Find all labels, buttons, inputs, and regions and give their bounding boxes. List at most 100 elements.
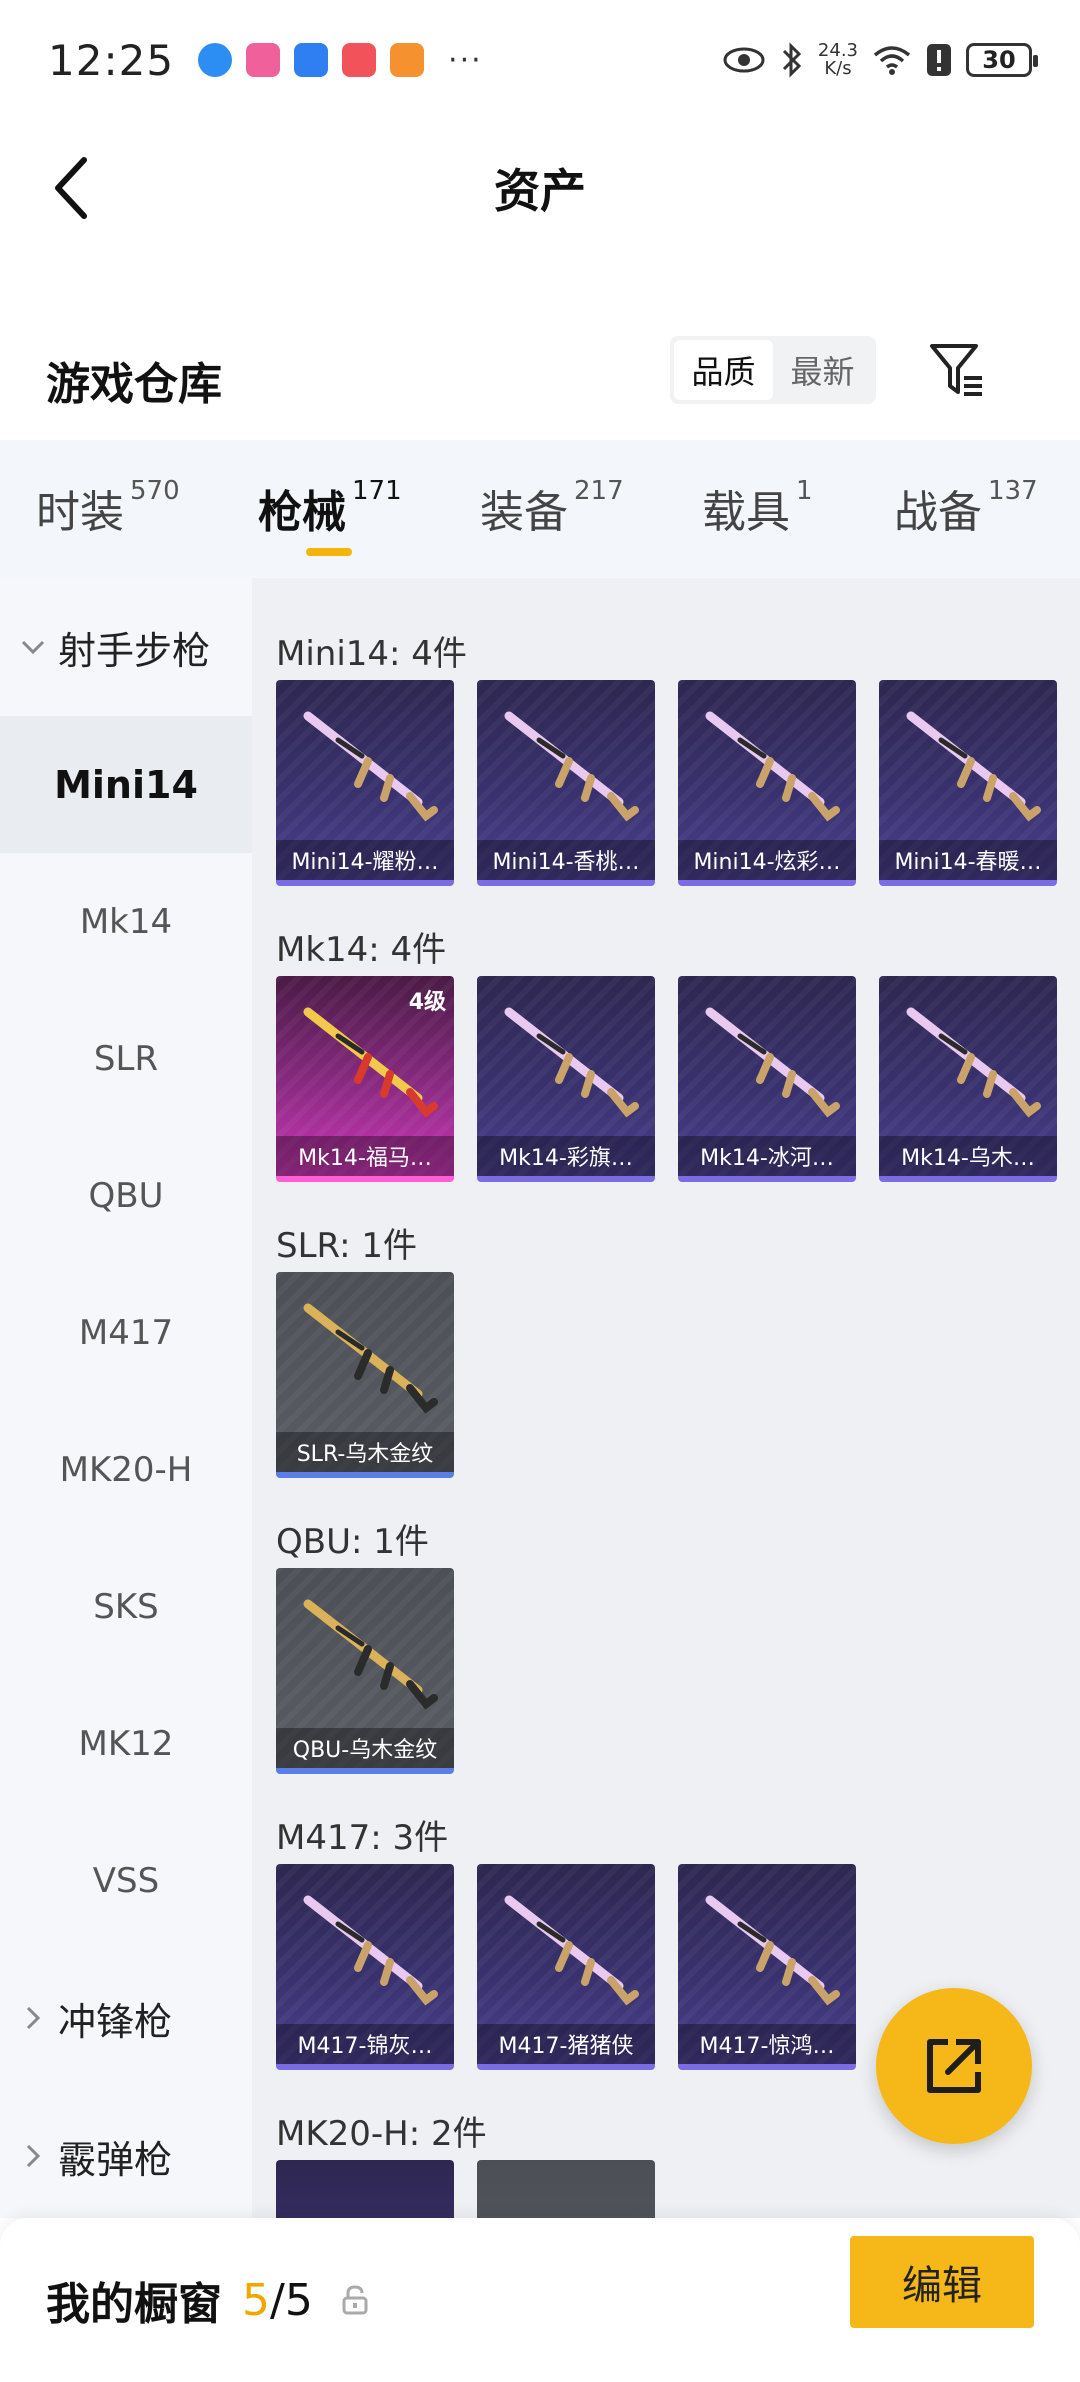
showcase-total: 5 <box>284 2274 313 2326</box>
bilibili-app-icon <box>246 43 281 77</box>
weapon-card[interactable]: 4级 Mk14-福马… <box>276 976 454 1182</box>
weapon-grid: Mini14: 4件 Mini14-耀粉… Mini14-香桃… Mini14-炫彩…… <box>252 578 1080 2218</box>
tab-equipment[interactable]: 装备 217 <box>480 476 624 540</box>
sidebar-group-marksman[interactable]: 射手步枪 <box>0 578 252 716</box>
sidebar-group-label: 霰弹枪 <box>58 2137 173 2182</box>
page-title: 资产 <box>494 164 586 218</box>
weapon-card[interactable]: M417-猪猪侠 <box>477 1864 655 2070</box>
sidebar-item-mk14[interactable]: Mk14 <box>0 853 252 990</box>
shopping-app-icon <box>342 43 377 77</box>
tab-label: 时装 <box>36 487 124 538</box>
rifle-icon <box>303 711 438 822</box>
sidebar-item-slr[interactable]: SLR <box>0 990 252 1127</box>
sort-quality-option[interactable]: 品质 <box>674 340 773 400</box>
sidebar-item-mini14[interactable]: Mini14 <box>0 716 252 853</box>
warehouse-header: 游戏仓库 <box>0 320 1080 440</box>
weapon-card[interactable]: M417-锦灰… <box>276 1864 454 2070</box>
sidebar-item-m417[interactable]: M417 <box>0 1264 252 1401</box>
tab-battle-gear[interactable]: 战备 137 <box>894 476 1038 540</box>
more-notifications-icon: ··· <box>448 42 483 78</box>
sidebar-group-label: 射手步枪 <box>58 628 211 673</box>
system-icons: 24.3 K/s 30 <box>722 42 1038 78</box>
rifle-icon <box>504 711 639 822</box>
sidebar-item-vss[interactable]: VSS <box>0 1812 252 1949</box>
app-header: 资产 <box>0 120 1080 256</box>
weapon-card[interactable]: QBU-乌木金纹 <box>276 1568 454 1774</box>
eye-icon <box>723 47 765 73</box>
tab-count: 217 <box>574 476 624 506</box>
game-app-icon <box>390 43 425 77</box>
browser-app-icon <box>198 43 233 77</box>
group-label: QBU: 1件 <box>276 1522 429 1562</box>
rifle-icon <box>303 1303 438 1414</box>
rifle-icon <box>303 1007 438 1118</box>
rifle-icon <box>705 1007 840 1118</box>
sidebar-group-shotgun[interactable]: 霰弹枪 <box>0 2087 252 2225</box>
card-name: Mini14-春暖… <box>879 840 1057 880</box>
showcase-separator: / <box>270 2274 285 2326</box>
back-button[interactable] <box>34 152 106 224</box>
tab-label: 枪械 <box>258 487 346 538</box>
tab-label: 战备 <box>894 487 982 538</box>
tab-count: 570 <box>130 476 180 506</box>
bluetooth-icon <box>782 42 802 78</box>
weapon-card[interactable] <box>477 2160 655 2218</box>
notification-icons: ··· <box>198 43 483 78</box>
chevron-right-icon <box>20 2143 46 2169</box>
tab-count: 137 <box>988 476 1038 506</box>
weapon-card[interactable]: SLR-乌木金纹 <box>276 1272 454 1478</box>
group-label: MK20-H: 2件 <box>276 2114 487 2154</box>
sidebar-item-qbu[interactable]: QBU <box>0 1127 252 1264</box>
group-label: SLR: 1件 <box>276 1226 417 1266</box>
tab-count: 1 <box>796 476 813 506</box>
tab-label: 装备 <box>480 487 568 538</box>
card-name: Mk14-冰河… <box>678 1136 856 1176</box>
share-button[interactable] <box>876 1988 1032 2144</box>
status-bar: 12:25 ··· 24.3 K/s 30 <box>0 0 1080 120</box>
edit-button[interactable]: 编辑 <box>850 2236 1034 2328</box>
rifle-icon <box>504 1007 639 1118</box>
weapon-card[interactable]: Mk14-冰河… <box>678 976 856 1182</box>
weapon-card[interactable]: M417-惊鸿… <box>678 1864 856 2070</box>
filter-icon <box>930 344 982 396</box>
share-icon <box>927 2039 981 2093</box>
category-tabs: 时装 570 枪械 171 装备 217 载具 1 战备 137 <box>0 440 1080 578</box>
rifle-icon <box>705 711 840 822</box>
tab-fashion[interactable]: 时装 570 <box>36 476 180 540</box>
back-arrow-icon <box>55 157 87 219</box>
card-name: QBU-乌木金纹 <box>276 1728 454 1768</box>
sidebar-group-smg[interactable]: 冲锋枪 <box>0 1949 252 2087</box>
group-label: Mk14: 4件 <box>276 930 447 970</box>
card-name: Mini14-炫彩… <box>678 840 856 880</box>
network-speed: 24.3 K/s <box>818 42 858 78</box>
weapon-card[interactable]: Mini14-炫彩… <box>678 680 856 886</box>
showcase-label: 我的橱窗 <box>46 2279 222 2330</box>
rifle-icon <box>504 1895 639 2006</box>
group-label: M417: 3件 <box>276 1818 449 1858</box>
warehouse-title: 游戏仓库 <box>46 359 222 410</box>
weapon-card[interactable]: Mini14-香桃… <box>477 680 655 886</box>
card-name: M417-猪猪侠 <box>477 2024 655 2064</box>
card-name: M417-锦灰… <box>276 2024 454 2064</box>
sidebar-item-sks[interactable]: SKS <box>0 1538 252 1675</box>
sidebar-group-label: 冲锋枪 <box>58 1999 173 2044</box>
card-name: Mk14-彩旗… <box>477 1136 655 1176</box>
battery-indicator: 30 <box>966 43 1038 77</box>
sidebar-item-mk20h[interactable]: MK20-H <box>0 1401 252 1538</box>
rifle-icon <box>906 711 1041 822</box>
showcase-current: 5 <box>242 2274 270 2326</box>
tab-vehicles[interactable]: 载具 1 <box>702 476 813 540</box>
tab-guns[interactable]: 枪械 171 <box>258 476 402 556</box>
weapon-card[interactable]: Mk14-彩旗… <box>477 976 655 1182</box>
weapon-card[interactable]: Mini14-春暖… <box>879 680 1057 886</box>
alert-icon <box>927 44 951 76</box>
weapon-card[interactable] <box>276 2160 454 2218</box>
card-name: Mk14-乌木… <box>879 1136 1057 1176</box>
sort-newest-option[interactable]: 最新 <box>773 340 872 400</box>
filter-button[interactable] <box>926 338 990 402</box>
card-name: SLR-乌木金纹 <box>276 1432 454 1472</box>
sidebar-item-mk12[interactable]: MK12 <box>0 1675 252 1812</box>
weapon-card[interactable]: Mini14-耀粉… <box>276 680 454 886</box>
weapon-card[interactable]: Mk14-乌木… <box>879 976 1057 1182</box>
status-time: 12:25 <box>48 35 175 85</box>
